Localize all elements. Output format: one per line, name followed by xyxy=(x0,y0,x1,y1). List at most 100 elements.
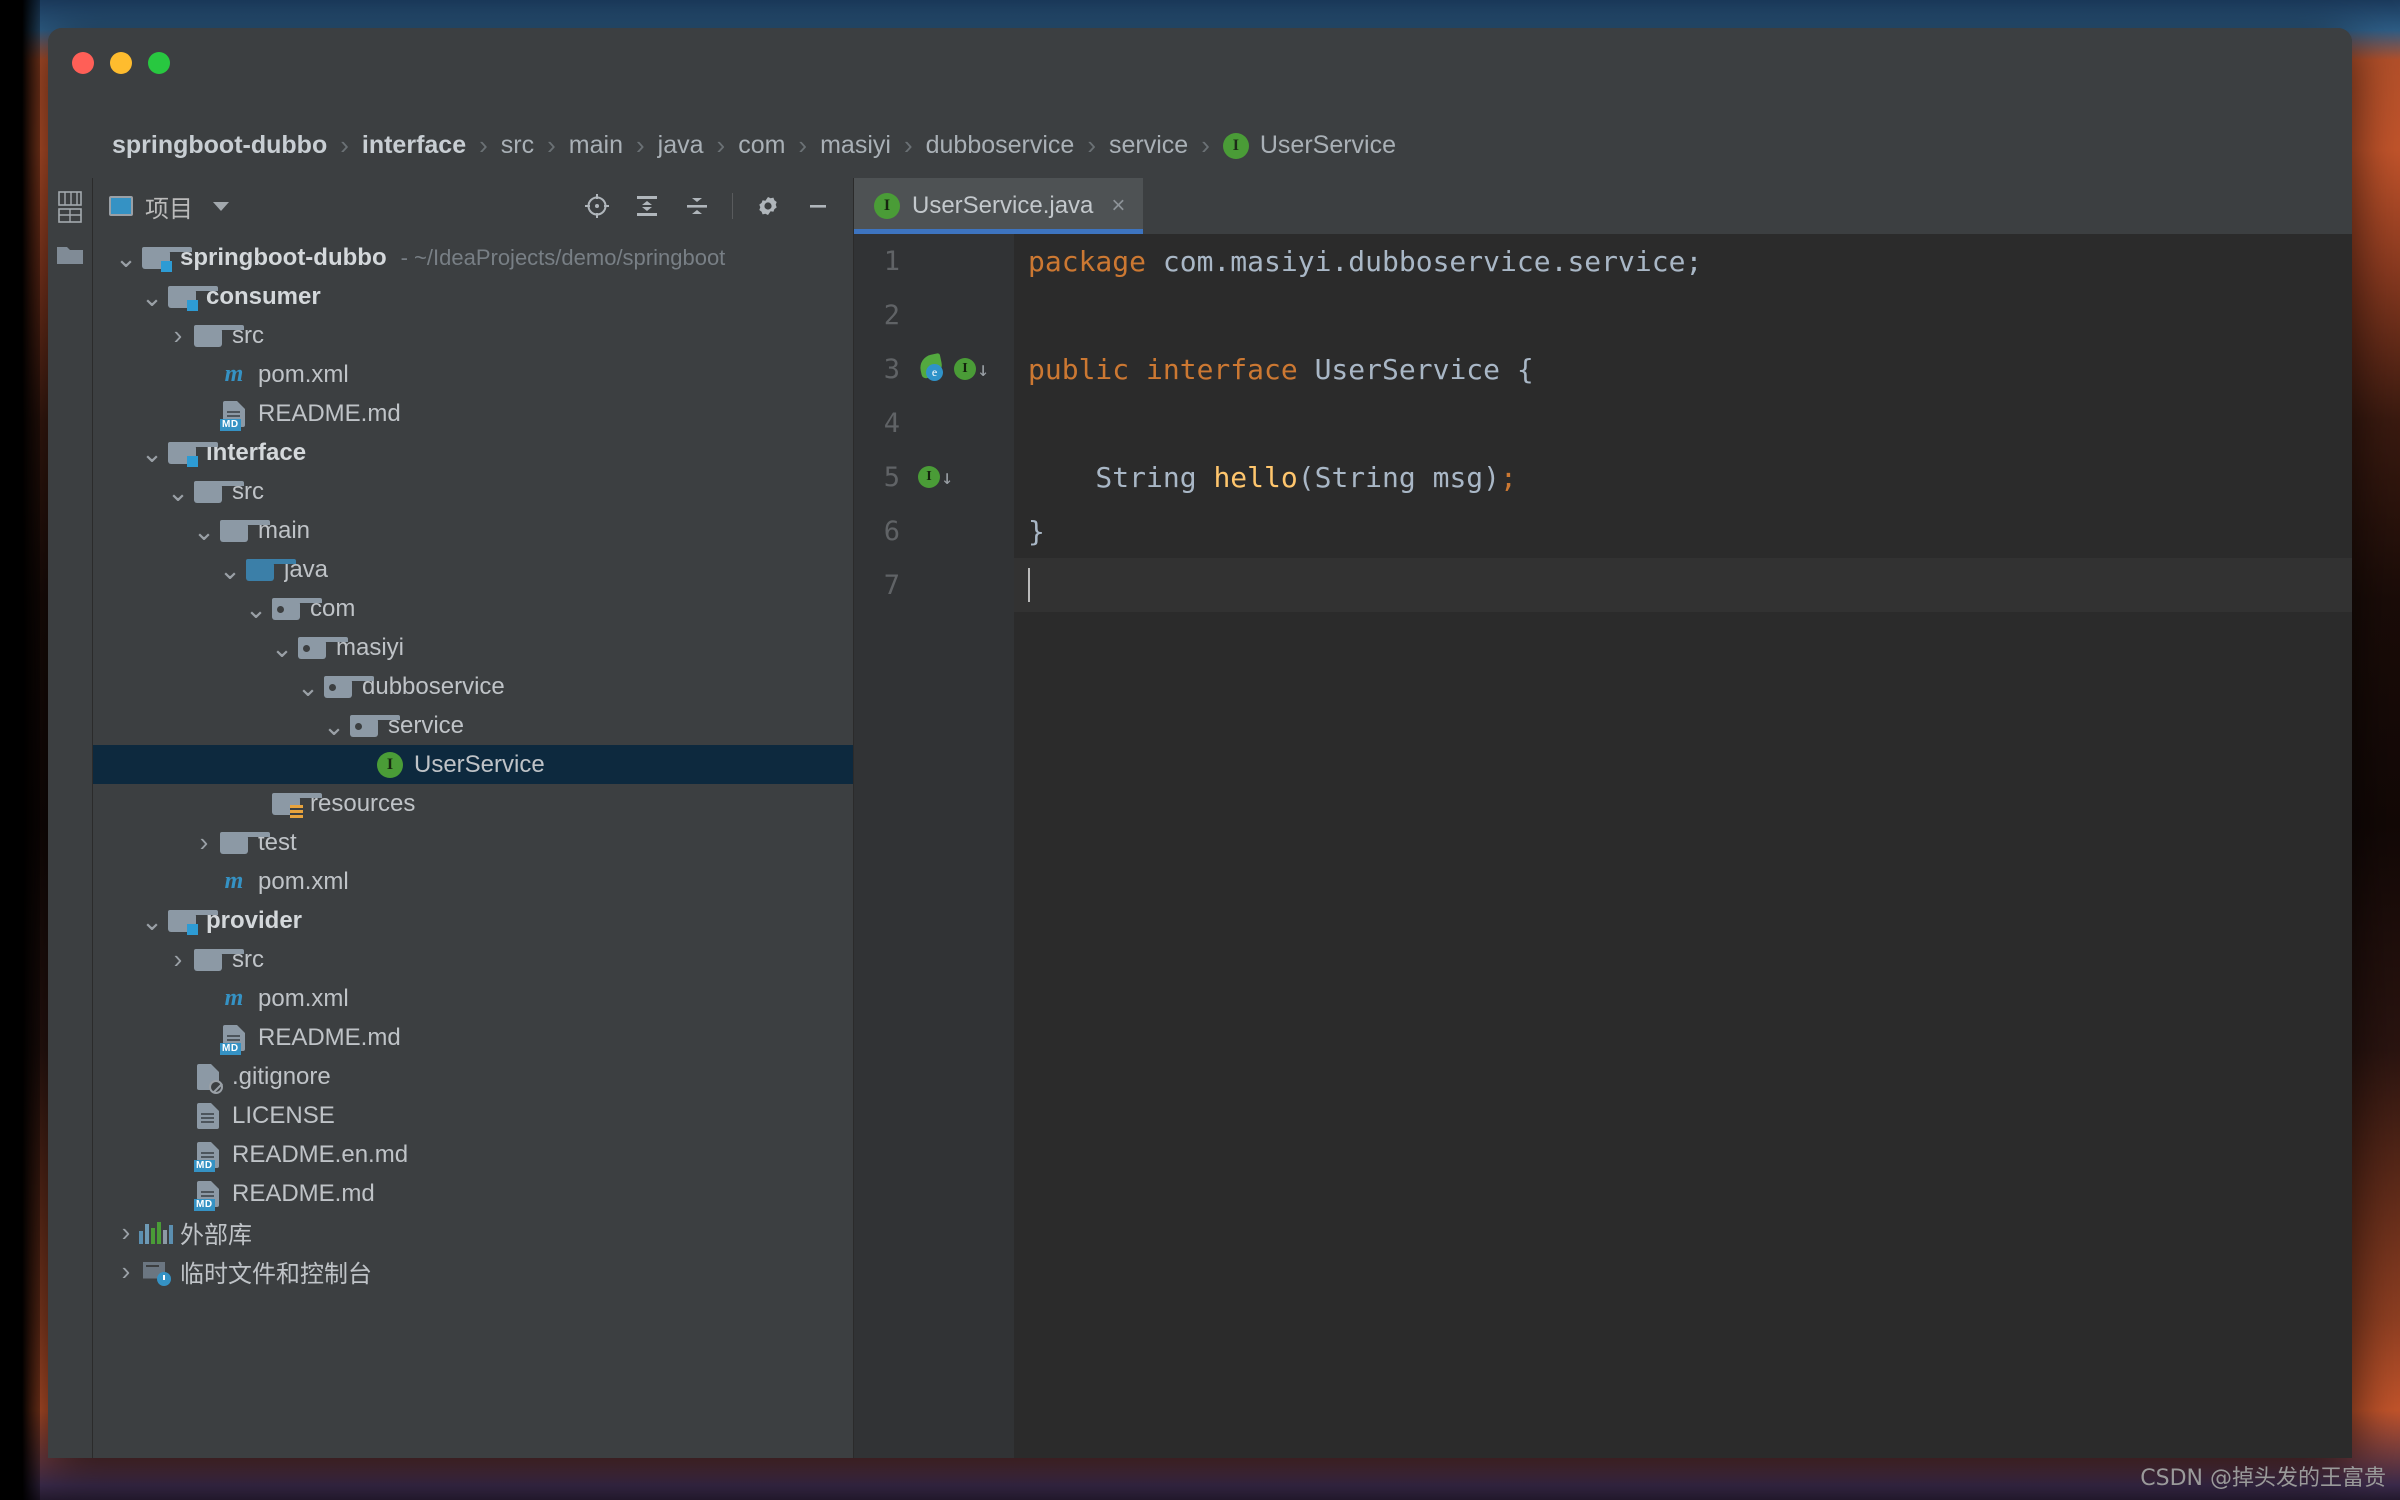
chevron-down-icon[interactable]: ⌄ xyxy=(191,518,217,544)
tree-row-selected[interactable]: I UserService xyxy=(93,745,853,784)
expand-all-button[interactable] xyxy=(626,185,668,227)
code-line[interactable]: package com.masiyi.dubboservice.service; xyxy=(1014,234,2352,288)
project-toolbar-actions xyxy=(576,185,853,227)
tree-row[interactable]: .gitignore xyxy=(93,1057,853,1096)
tree-row[interactable]: ⌄ java xyxy=(93,550,853,589)
code-line[interactable] xyxy=(1014,396,2352,450)
close-icon[interactable]: × xyxy=(1111,192,1125,220)
tree-item-label: README.md xyxy=(232,1179,375,1207)
folder-icon xyxy=(191,480,244,503)
tree-row[interactable]: MD README.md xyxy=(93,1018,853,1057)
gutter-line[interactable]: 2 xyxy=(854,288,1014,342)
gutter-line[interactable]: 7 xyxy=(854,558,1014,612)
project-tree[interactable]: ⌄ springboot-dubbo - ~/IdeaProjects/demo/s… xyxy=(93,234,853,1458)
breadcrumb-item-java[interactable]: java xyxy=(658,131,704,160)
module-folder-icon xyxy=(165,909,218,935)
project-tool-button[interactable] xyxy=(55,190,85,224)
tree-row[interactable]: m pom.xml xyxy=(93,862,853,901)
tree-item-label: consumer xyxy=(206,282,321,310)
window-maximize-button[interactable] xyxy=(148,52,170,74)
tree-row[interactable]: ⌄ masiyi xyxy=(93,628,853,667)
project-panel: 项目 ⌄ springboot-dubbo - ~/IdeaProjects/d… xyxy=(93,178,854,1458)
tree-row[interactable]: › test xyxy=(93,823,853,862)
code-content[interactable]: package com.masiyi.dubboservice.service;… xyxy=(1014,234,2352,1458)
tree-row[interactable]: resources xyxy=(93,784,853,823)
tree-row[interactable]: › 外部库 xyxy=(93,1213,853,1252)
tree-row[interactable]: MD README.md xyxy=(93,1174,853,1213)
implemented-icon[interactable]: I ↓ xyxy=(918,466,953,488)
breadcrumb-item-main[interactable]: main xyxy=(569,131,623,160)
hide-panel-button[interactable] xyxy=(797,185,839,227)
folder-tool-button[interactable] xyxy=(55,242,85,276)
tree-row[interactable]: ⌄ service xyxy=(93,706,853,745)
gutter-line[interactable]: 6 xyxy=(854,504,1014,558)
chevron-down-icon[interactable]: ⌄ xyxy=(295,674,321,700)
tree-row[interactable]: ⌄ consumer xyxy=(93,277,853,316)
window-minimize-button[interactable] xyxy=(110,52,132,74)
tree-row[interactable]: › src xyxy=(93,940,853,979)
tree-row[interactable]: ⌄ interface xyxy=(93,433,853,472)
chevron-right-icon[interactable]: › xyxy=(113,1217,139,1248)
collapse-all-button[interactable] xyxy=(676,185,718,227)
chevron-down-icon[interactable]: ⌄ xyxy=(217,557,243,583)
breadcrumb-item-dubboservice[interactable]: dubboservice xyxy=(926,131,1075,160)
breadcrumb-label: java xyxy=(657,130,704,159)
project-panel-title-group[interactable]: 项目 xyxy=(109,189,229,224)
chevron-down-icon[interactable]: ⌄ xyxy=(321,713,347,739)
package-icon xyxy=(269,597,322,620)
code-line[interactable]: } xyxy=(1014,504,2352,558)
chevron-right-icon[interactable]: › xyxy=(165,944,191,975)
breadcrumb-item-com[interactable]: com xyxy=(738,131,785,160)
dubbo-icon[interactable]: e xyxy=(917,352,948,383)
tree-item-label: pom.xml xyxy=(258,984,349,1012)
chevron-down-icon[interactable]: ⌄ xyxy=(165,479,191,505)
editor-tab[interactable]: I UserService.java × xyxy=(854,178,1144,234)
implemented-icon[interactable]: I ↓ xyxy=(954,358,989,380)
breadcrumb-item-userservice[interactable]: I UserService xyxy=(1222,131,1396,160)
code-line[interactable]: String hello (String msg); xyxy=(1014,450,2352,504)
tree-item-label: LICENSE xyxy=(232,1101,335,1129)
code-editor[interactable]: 1 2 3 e I ↓ 4 5 I ↓ 6 7 package com.masiyi.dubboser… xyxy=(854,234,2352,1458)
code-line[interactable] xyxy=(1014,288,2352,342)
window-close-button[interactable] xyxy=(72,52,94,74)
tree-row[interactable]: ⌄ main xyxy=(93,511,853,550)
tree-row[interactable]: m pom.xml xyxy=(93,355,853,394)
code-line[interactable]: public interface UserService { xyxy=(1014,342,2352,396)
gutter-line[interactable]: 1 xyxy=(854,234,1014,288)
gutter-line[interactable]: 3 e I ↓ xyxy=(854,342,1014,396)
tree-row[interactable]: MD README.md xyxy=(93,394,853,433)
tree-row[interactable]: ⌄ provider xyxy=(93,901,853,940)
chevron-down-icon[interactable]: ⌄ xyxy=(139,440,165,466)
tree-row[interactable]: › 临时文件和控制台 xyxy=(93,1252,853,1291)
gutter-line[interactable]: 4 xyxy=(854,396,1014,450)
settings-button[interactable] xyxy=(747,185,789,227)
chevron-right-icon[interactable]: › xyxy=(113,1256,139,1287)
tree-row[interactable]: LICENSE xyxy=(93,1096,853,1135)
select-opened-file-button[interactable] xyxy=(576,185,618,227)
breadcrumb-item-masiyi[interactable]: masiyi xyxy=(820,131,891,160)
chevron-down-icon[interactable]: ⌄ xyxy=(139,284,165,310)
chevron-down-icon[interactable]: ⌄ xyxy=(139,908,165,934)
tree-row[interactable]: MD README.en.md xyxy=(93,1135,853,1174)
tree-row[interactable]: ⌄ springboot-dubbo - ~/IdeaProjects/demo/s… xyxy=(93,238,853,277)
code-line[interactable] xyxy=(1014,558,2352,612)
tree-row[interactable]: ⌄ src xyxy=(93,472,853,511)
tree-row[interactable]: › src xyxy=(93,316,853,355)
chevron-right-icon[interactable]: › xyxy=(165,320,191,351)
chevron-down-icon[interactable]: ⌄ xyxy=(243,596,269,622)
gutter-line[interactable]: 5 I ↓ xyxy=(854,450,1014,504)
chevron-down-icon[interactable]: ⌄ xyxy=(113,245,139,271)
breadcrumb-item-service[interactable]: service xyxy=(1109,131,1188,160)
chevron-down-icon[interactable]: ⌄ xyxy=(269,635,295,661)
chevron-right-icon[interactable]: › xyxy=(191,827,217,858)
line-number: 1 xyxy=(883,245,900,277)
tree-row[interactable]: ⌄ com xyxy=(93,589,853,628)
breadcrumb-item-src[interactable]: src xyxy=(501,131,534,160)
package-icon xyxy=(295,636,348,659)
chevron-down-icon[interactable] xyxy=(213,201,229,211)
breadcrumb-item-springboot-dubbo[interactable]: springboot-dubbo xyxy=(112,131,327,160)
breadcrumb-item-interface[interactable]: interface xyxy=(362,131,466,160)
tree-row[interactable]: m pom.xml xyxy=(93,979,853,1018)
tree-row[interactable]: ⌄ dubboservice xyxy=(93,667,853,706)
editor-gutter[interactable]: 1 2 3 e I ↓ 4 5 I ↓ 6 7 xyxy=(854,234,1014,1458)
